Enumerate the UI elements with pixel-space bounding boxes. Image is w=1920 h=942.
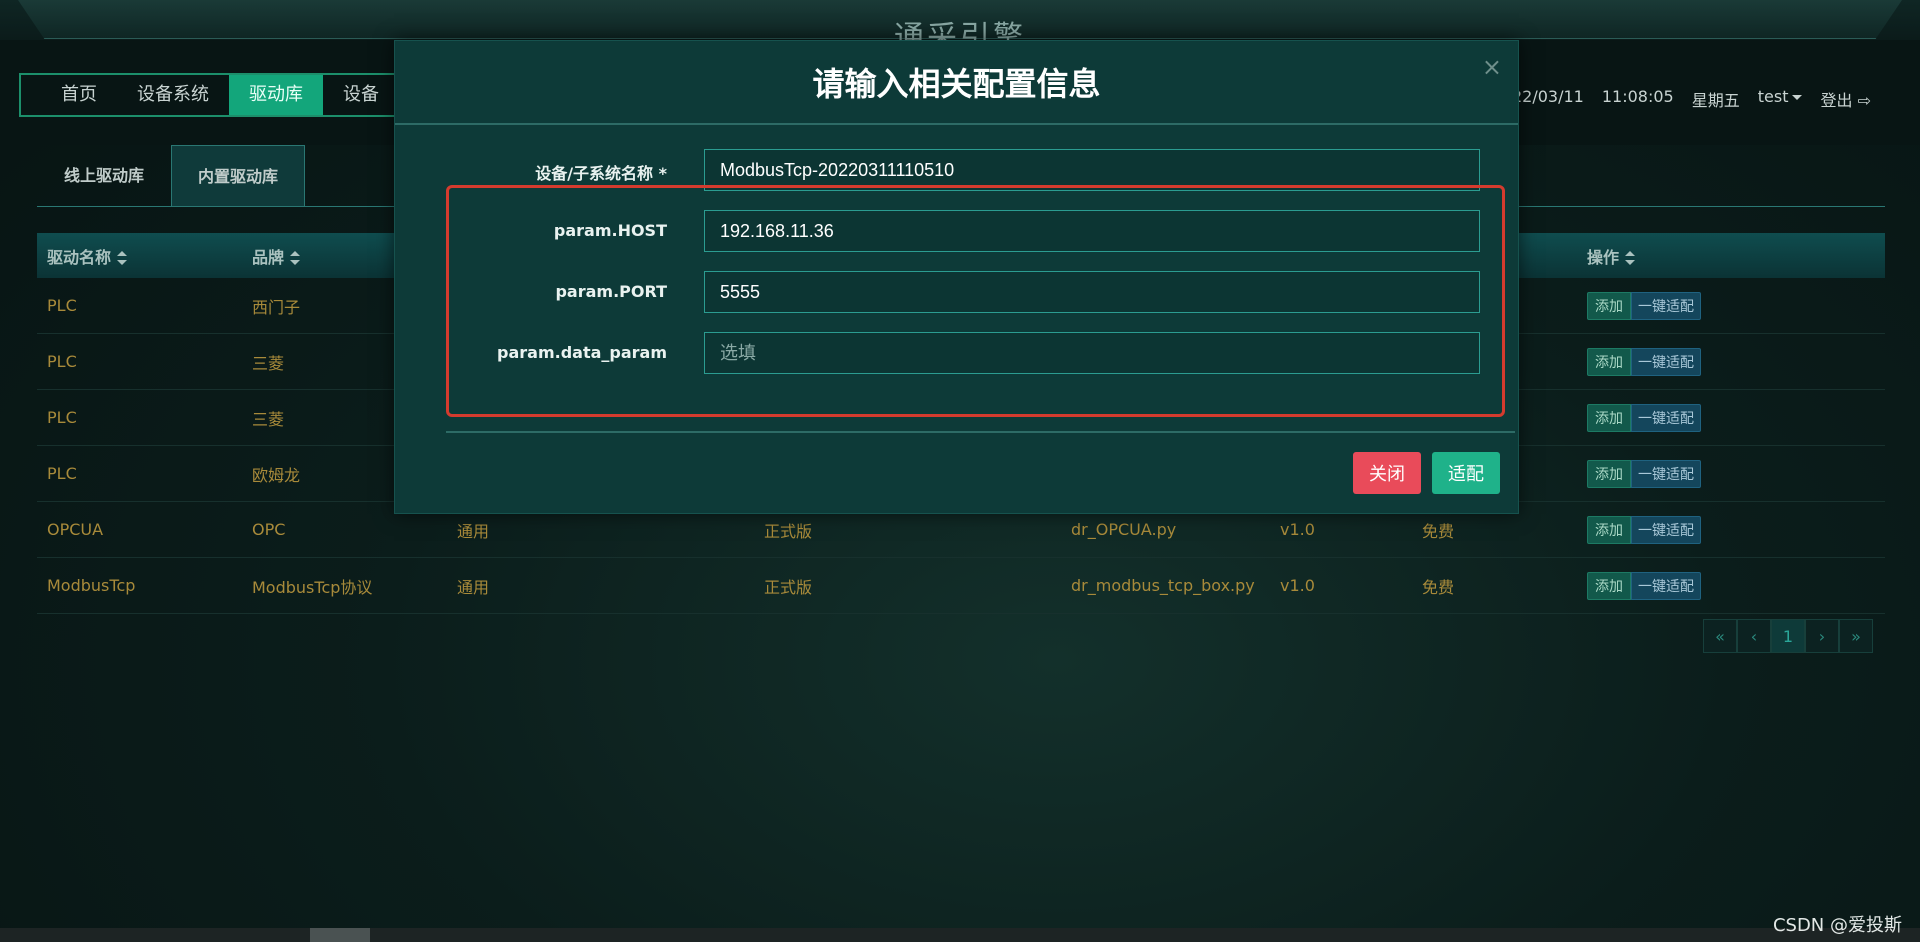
cell-name: PLC bbox=[47, 296, 77, 315]
table-row: ModbusTcp ModbusTcp协议 通用 正式版 dr_modbus_tcp_b… bbox=[37, 558, 1885, 614]
form-row-port: param.PORT bbox=[395, 271, 1518, 315]
page-last-button[interactable]: » bbox=[1839, 619, 1873, 653]
data-param-label: param.data_param bbox=[497, 343, 667, 362]
cell-name: PLC bbox=[47, 464, 77, 483]
device-name-input[interactable] bbox=[704, 149, 1480, 191]
device-name-label: 设备/子系统名称 * bbox=[535, 164, 667, 183]
caret-down-icon bbox=[1792, 95, 1803, 100]
sort-icon bbox=[290, 251, 301, 265]
sort-icon bbox=[117, 251, 128, 265]
cell-version: v1.0 bbox=[1280, 520, 1315, 539]
cell-price: 免费 bbox=[1422, 521, 1455, 541]
one-click-adapt-button[interactable]: 一键适配 bbox=[1631, 515, 1701, 544]
port-input[interactable] bbox=[704, 271, 1480, 313]
operation-buttons: 添加 一键适配 bbox=[1587, 403, 1885, 432]
cell-brand: OPC bbox=[252, 520, 286, 539]
cell-file: dr_modbus_tcp_box.py bbox=[1071, 576, 1255, 595]
add-button[interactable]: 添加 bbox=[1587, 291, 1631, 320]
logout-icon: ⇨ bbox=[1857, 91, 1871, 110]
watermark: CSDN @爱投斯 bbox=[1772, 915, 1902, 936]
modal-footer-divider bbox=[446, 431, 1515, 433]
cell-type: 通用 bbox=[457, 521, 490, 541]
one-click-adapt-button[interactable]: 一键适配 bbox=[1631, 403, 1701, 432]
cell-operations: 添加 一键适配 bbox=[1577, 403, 1885, 432]
header-driver-name[interactable]: 驱动名称 bbox=[37, 244, 242, 268]
nav-home[interactable]: 首页 bbox=[41, 75, 117, 115]
config-modal: × 请输入相关配置信息 设备/子系统名称 * param.HOST param.… bbox=[394, 40, 1519, 514]
main-nav: 首页 设备系统 驱动库 设备 bbox=[19, 73, 409, 117]
logout-label: 登出 bbox=[1820, 91, 1853, 110]
nav-device[interactable]: 设备 bbox=[323, 75, 399, 115]
data-param-input[interactable] bbox=[704, 332, 1480, 374]
modal-header-divider bbox=[395, 123, 1518, 125]
tab-online-library[interactable]: 线上驱动库 bbox=[37, 145, 171, 207]
operation-buttons: 添加 一键适配 bbox=[1587, 459, 1885, 488]
cell-operations: 添加 一键适配 bbox=[1577, 571, 1885, 600]
page-first-button[interactable]: « bbox=[1703, 619, 1737, 653]
one-click-adapt-button[interactable]: 一键适配 bbox=[1631, 459, 1701, 488]
cell-name: OPCUA bbox=[47, 520, 104, 539]
add-button[interactable]: 添加 bbox=[1587, 347, 1631, 376]
operation-buttons: 添加 一键适配 bbox=[1587, 291, 1885, 320]
header-operations[interactable]: 操作 bbox=[1577, 244, 1885, 268]
user-menu[interactable]: test bbox=[1758, 87, 1803, 111]
cell-file: dr_OPCUA.py bbox=[1071, 520, 1177, 539]
cell-edition: 正式版 bbox=[764, 521, 813, 541]
add-button[interactable]: 添加 bbox=[1587, 515, 1631, 544]
header-weekday: 星期五 bbox=[1691, 91, 1740, 110]
page-next-button[interactable]: › bbox=[1805, 619, 1839, 653]
nav-driver-library[interactable]: 驱动库 bbox=[229, 75, 323, 115]
header-right: 22/03/11 11:08:05 星期五 test 登出 ⇨ bbox=[1512, 87, 1871, 111]
tab-builtin-library[interactable]: 内置驱动库 bbox=[171, 145, 305, 207]
fit-button[interactable]: 适配 bbox=[1432, 452, 1500, 494]
add-button[interactable]: 添加 bbox=[1587, 459, 1631, 488]
add-button[interactable]: 添加 bbox=[1587, 403, 1631, 432]
nav-device-system[interactable]: 设备系统 bbox=[117, 75, 229, 115]
form-row-data-param: param.data_param bbox=[395, 332, 1518, 376]
cell-price: 免费 bbox=[1422, 577, 1455, 597]
taskbar bbox=[0, 928, 1920, 942]
cell-name: PLC bbox=[47, 352, 77, 371]
cell-name: ModbusTcp bbox=[47, 576, 136, 595]
form-row-host: param.HOST bbox=[395, 210, 1518, 254]
host-label: param.HOST bbox=[553, 221, 667, 240]
sort-icon bbox=[1625, 251, 1636, 265]
cell-brand: ModbusTcp协议 bbox=[252, 577, 373, 597]
cell-type: 通用 bbox=[457, 577, 490, 597]
header-time: 11:08:05 bbox=[1601, 87, 1674, 106]
cell-operations: 添加 一键适配 bbox=[1577, 291, 1885, 320]
host-input[interactable] bbox=[704, 210, 1480, 252]
user-name: test bbox=[1757, 87, 1789, 106]
library-tabs: 线上驱动库 内置驱动库 bbox=[37, 145, 305, 207]
page-prev-button[interactable]: ‹ bbox=[1737, 619, 1771, 653]
cell-operations: 添加 一键适配 bbox=[1577, 347, 1885, 376]
cell-version: v1.0 bbox=[1280, 576, 1315, 595]
port-label: param.PORT bbox=[555, 282, 667, 301]
one-click-adapt-button[interactable]: 一键适配 bbox=[1631, 291, 1701, 320]
cell-edition: 正式版 bbox=[764, 577, 813, 597]
taskbar-item[interactable] bbox=[310, 928, 370, 942]
form-row-device-name: 设备/子系统名称 * bbox=[395, 149, 1518, 193]
header-date: 22/03/11 bbox=[1512, 87, 1584, 106]
page-1-button[interactable]: 1 bbox=[1771, 619, 1805, 653]
cell-operations: 添加 一键适配 bbox=[1577, 515, 1885, 544]
operation-buttons: 添加 一键适配 bbox=[1587, 571, 1885, 600]
logout-button[interactable]: 登出 ⇨ bbox=[1820, 87, 1871, 111]
operation-buttons: 添加 一键适配 bbox=[1587, 347, 1885, 376]
one-click-adapt-button[interactable]: 一键适配 bbox=[1631, 347, 1701, 376]
pagination: « ‹ 1 › » bbox=[1703, 619, 1873, 653]
cell-operations: 添加 一键适配 bbox=[1577, 459, 1885, 488]
close-button[interactable]: 关闭 bbox=[1353, 452, 1421, 494]
add-button[interactable]: 添加 bbox=[1587, 571, 1631, 600]
operation-buttons: 添加 一键适配 bbox=[1587, 515, 1885, 544]
modal-title: 请输入相关配置信息 bbox=[812, 65, 1101, 103]
one-click-adapt-button[interactable]: 一键适配 bbox=[1631, 571, 1701, 600]
cell-name: PLC bbox=[47, 408, 77, 427]
